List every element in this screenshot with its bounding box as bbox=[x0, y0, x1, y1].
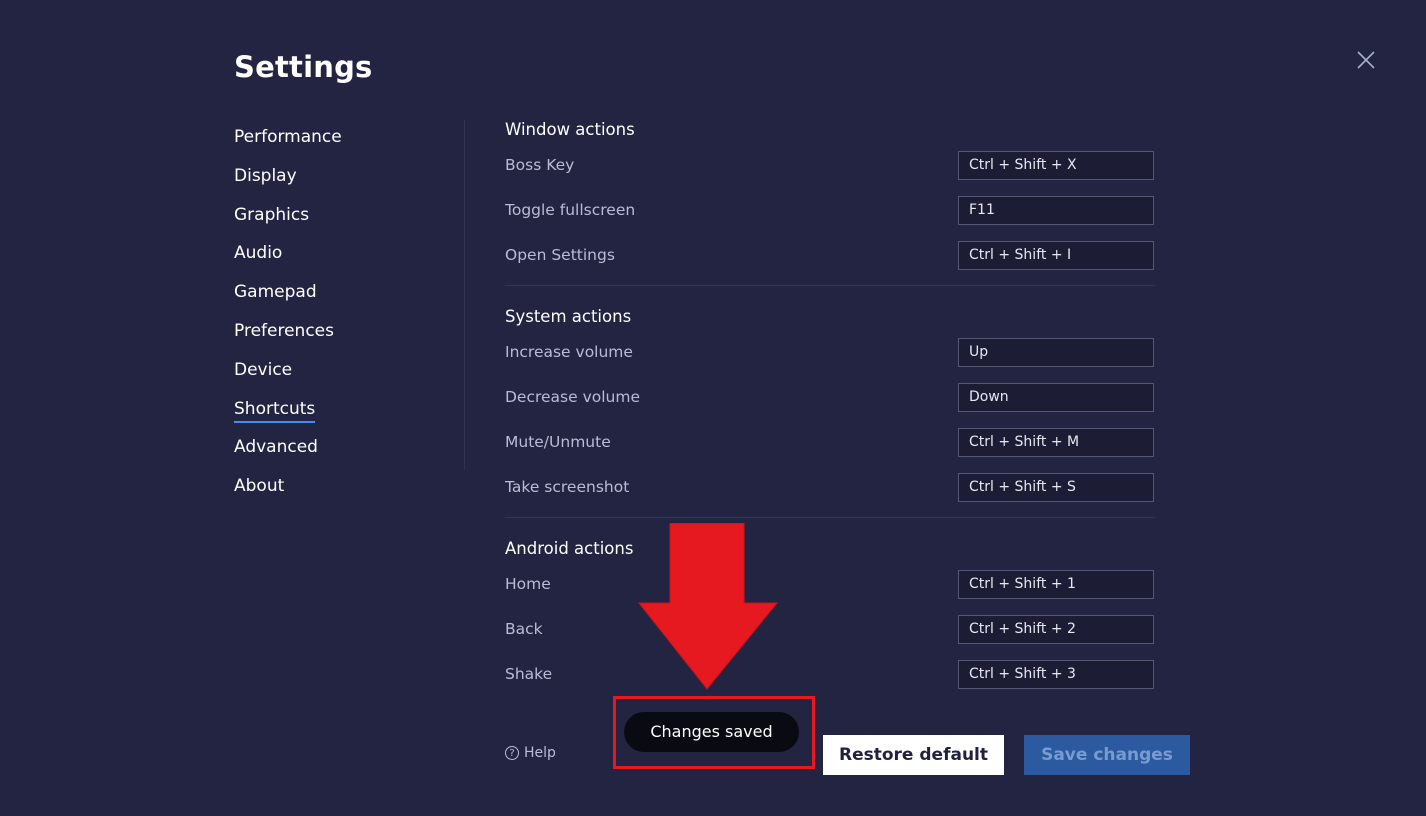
section-android-actions: Android actions Home Ctrl + Shift + 1 Ba… bbox=[505, 529, 1155, 702]
toggle-fullscreen-input[interactable]: F11 bbox=[958, 196, 1154, 225]
changes-saved-toast: Changes saved bbox=[624, 712, 799, 752]
decrease-volume-input[interactable]: Down bbox=[958, 383, 1154, 412]
mute-unmute-input[interactable]: Ctrl + Shift + M bbox=[958, 428, 1154, 457]
shortcut-label: Take screenshot bbox=[505, 478, 630, 496]
help-link[interactable]: ? Help bbox=[505, 745, 556, 761]
take-screenshot-input[interactable]: Ctrl + Shift + S bbox=[958, 473, 1154, 502]
red-down-arrow-icon bbox=[637, 523, 779, 690]
sidebar-divider bbox=[464, 120, 465, 470]
shortcut-row: Decrease volume Down bbox=[505, 382, 1155, 427]
sidebar-item-audio[interactable]: Audio bbox=[234, 234, 454, 273]
help-label: Help bbox=[524, 745, 556, 761]
shortcut-row: Toggle fullscreen F11 bbox=[505, 195, 1155, 240]
section-window-actions: Window actions Boss Key Ctrl + Shift + X… bbox=[505, 110, 1155, 285]
sidebar-item-advanced[interactable]: Advanced bbox=[234, 428, 454, 467]
boss-key-input[interactable]: Ctrl + Shift + X bbox=[958, 151, 1154, 180]
shortcut-label: Increase volume bbox=[505, 343, 633, 361]
shortcut-label: Back bbox=[505, 620, 543, 638]
sidebar-item-preferences[interactable]: Preferences bbox=[234, 312, 454, 351]
shortcut-row: Home Ctrl + Shift + 1 bbox=[505, 569, 1155, 614]
question-circle-icon: ? bbox=[505, 746, 519, 760]
section-divider bbox=[505, 285, 1155, 286]
close-icon[interactable] bbox=[1354, 48, 1378, 72]
shortcut-row: Take screenshot Ctrl + Shift + S bbox=[505, 472, 1155, 517]
sidebar-item-performance[interactable]: Performance bbox=[234, 118, 454, 157]
save-changes-button[interactable]: Save changes bbox=[1024, 735, 1190, 775]
shake-input[interactable]: Ctrl + Shift + 3 bbox=[958, 660, 1154, 689]
page-title: Settings bbox=[234, 50, 373, 84]
sidebar-item-device[interactable]: Device bbox=[234, 351, 454, 390]
shortcut-label: Toggle fullscreen bbox=[505, 201, 636, 219]
shortcut-row: Open Settings Ctrl + Shift + I bbox=[505, 240, 1155, 285]
section-title: Window actions bbox=[505, 120, 635, 139]
sidebar-item-display[interactable]: Display bbox=[234, 157, 454, 196]
home-input[interactable]: Ctrl + Shift + 1 bbox=[958, 570, 1154, 599]
back-input[interactable]: Ctrl + Shift + 2 bbox=[958, 615, 1154, 644]
sidebar-item-about[interactable]: About bbox=[234, 467, 454, 506]
section-system-actions: System actions Increase volume Up Decrea… bbox=[505, 297, 1155, 517]
section-title: System actions bbox=[505, 307, 632, 326]
shortcut-label: Home bbox=[505, 575, 551, 593]
sidebar-item-shortcuts[interactable]: Shortcuts bbox=[234, 390, 454, 429]
shortcut-label: Shake bbox=[505, 665, 553, 683]
shortcuts-panel[interactable]: Window actions Boss Key Ctrl + Shift + X… bbox=[505, 110, 1155, 702]
restore-default-button[interactable]: Restore default bbox=[823, 735, 1004, 775]
shortcut-row: Increase volume Up bbox=[505, 337, 1155, 382]
shortcut-row: Shake Ctrl + Shift + 3 bbox=[505, 659, 1155, 702]
shortcut-row: Back Ctrl + Shift + 2 bbox=[505, 614, 1155, 659]
increase-volume-input[interactable]: Up bbox=[958, 338, 1154, 367]
sidebar-nav: Performance Display Graphics Audio Gamep… bbox=[234, 118, 454, 506]
shortcut-label: Decrease volume bbox=[505, 388, 641, 406]
section-title: Android actions bbox=[505, 539, 634, 558]
shortcut-label: Mute/Unmute bbox=[505, 433, 611, 451]
sidebar-item-gamepad[interactable]: Gamepad bbox=[234, 273, 454, 312]
open-settings-input[interactable]: Ctrl + Shift + I bbox=[958, 241, 1154, 270]
shortcut-row: Boss Key Ctrl + Shift + X bbox=[505, 150, 1155, 195]
shortcut-label: Open Settings bbox=[505, 246, 615, 264]
settings-window: Settings Performance Display Graphics Au… bbox=[0, 0, 1426, 816]
shortcut-label: Boss Key bbox=[505, 156, 575, 174]
section-divider bbox=[505, 517, 1155, 518]
shortcut-row: Mute/Unmute Ctrl + Shift + M bbox=[505, 427, 1155, 472]
sidebar-item-graphics[interactable]: Graphics bbox=[234, 196, 454, 235]
